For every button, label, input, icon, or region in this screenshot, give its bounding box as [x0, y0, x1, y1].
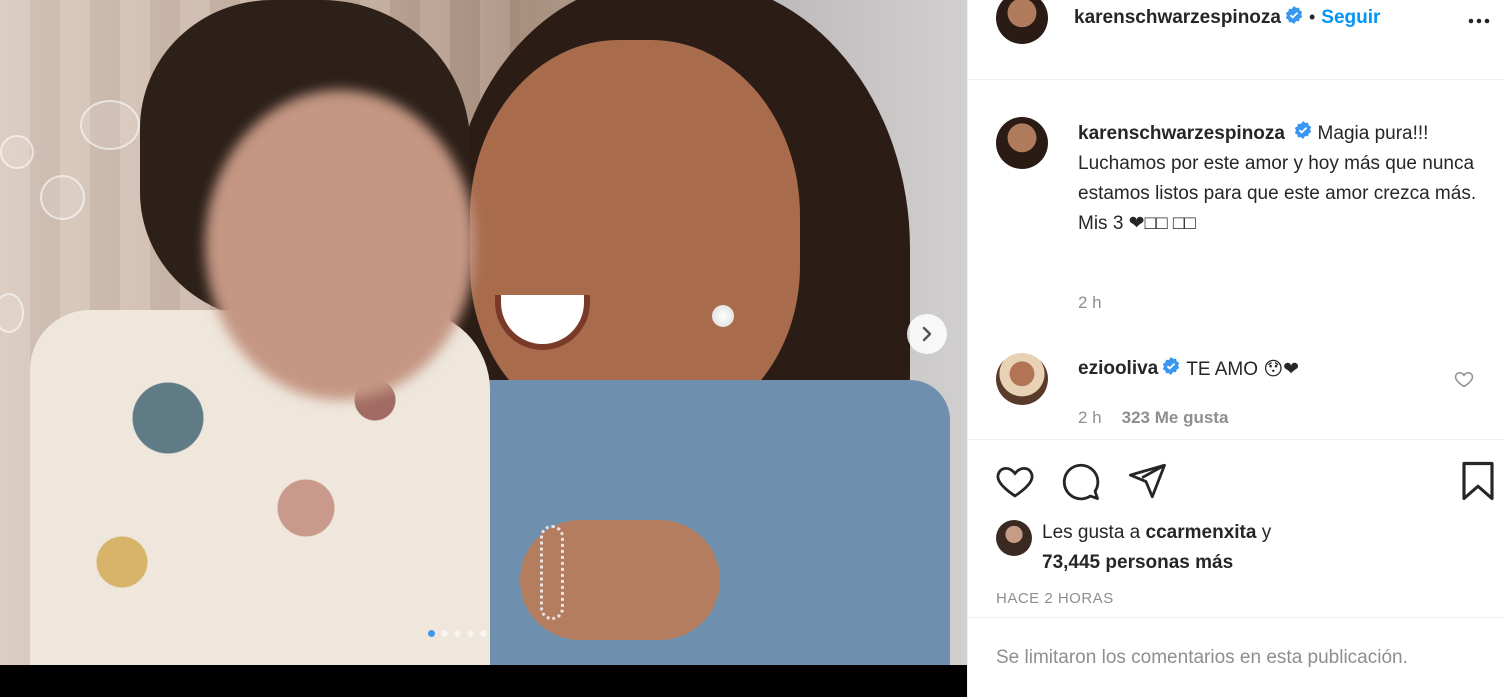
- caption-timestamp[interactable]: 2 h: [1078, 293, 1102, 313]
- carousel-dot: [441, 630, 448, 637]
- post-actions: Les gusta a ccarmenxita y 73,445 persona…: [968, 439, 1504, 617]
- follow-button[interactable]: Seguir: [1321, 7, 1380, 29]
- carousel-next-button[interactable]: [907, 314, 947, 354]
- header-separator: •: [1308, 7, 1316, 27]
- carousel-dot: [454, 630, 461, 637]
- likes-suffix: y: [1256, 522, 1272, 543]
- comments-limited-notice: Se limitaron los comentarios en esta pub…: [968, 617, 1504, 697]
- comments-section: karenschwarzespinoza Magia pura!!! Lucha…: [968, 81, 1504, 439]
- verified-badge-icon: [1285, 6, 1303, 29]
- post-side-panel: karenschwarzespinoza • Seguir karenschwa…: [967, 0, 1504, 697]
- save-button[interactable]: [1458, 460, 1498, 507]
- author-avatar[interactable]: [996, 0, 1048, 44]
- heart-outline-icon: [1454, 371, 1474, 388]
- post-photo: [0, 0, 967, 665]
- comment-meta: 2 h 323 Me gusta: [1078, 408, 1228, 428]
- caption-text-block: karenschwarzespinoza Magia pura!!! Lucha…: [1078, 119, 1478, 239]
- post-media: [0, 0, 967, 697]
- likes-summary: Les gusta a ccarmenxita y 73,445 persona…: [996, 518, 1271, 578]
- heart-outline-icon: [996, 466, 1034, 498]
- caption-author-username[interactable]: karenschwarzespinoza: [1078, 123, 1285, 144]
- soap-bubble: [40, 175, 85, 220]
- carousel-dot: [480, 630, 487, 637]
- comment-author-avatar[interactable]: [996, 353, 1048, 405]
- caption-author-avatar[interactable]: [996, 117, 1048, 169]
- comment-bubble-icon: [1062, 463, 1100, 501]
- comment-text: TE AMO 😯❤: [1186, 358, 1300, 380]
- header-user: karenschwarzespinoza • Seguir: [1074, 6, 1380, 29]
- comment-text-block: ezioolivа TE AMO 😯❤: [1078, 357, 1299, 381]
- liker-avatar[interactable]: [996, 520, 1032, 556]
- bookmark-icon: [1462, 461, 1494, 501]
- soap-bubble: [0, 135, 34, 169]
- soap-bubble: [80, 100, 140, 150]
- likes-count[interactable]: 73,445 personas más: [1042, 552, 1233, 573]
- comment-like-button[interactable]: [1454, 369, 1474, 394]
- comment-timestamp[interactable]: 2 h: [1078, 408, 1102, 428]
- verified-badge-icon: [1162, 357, 1180, 381]
- blurred-face: [205, 90, 475, 400]
- liker-username[interactable]: ccarmenxita: [1146, 522, 1257, 543]
- more-horizontal-icon: [1468, 18, 1490, 24]
- carousel-indicator: [428, 630, 487, 637]
- share-button[interactable]: [1126, 460, 1168, 507]
- earring: [712, 305, 734, 327]
- post-header: karenschwarzespinoza • Seguir: [968, 0, 1504, 80]
- likes-prefix: Les gusta a: [1042, 522, 1146, 543]
- like-button[interactable]: [994, 460, 1036, 507]
- send-paper-plane-icon: [1128, 463, 1166, 499]
- author-username[interactable]: karenschwarzespinoza: [1074, 7, 1281, 29]
- carousel-dot: [428, 630, 435, 637]
- verified-badge-icon: [1294, 119, 1312, 149]
- bracelet: [540, 525, 564, 620]
- comment-button[interactable]: [1059, 460, 1101, 507]
- chevron-right-icon: [922, 326, 932, 342]
- post-timestamp[interactable]: HACE 2 HORAS: [996, 590, 1114, 607]
- comment-likes-count[interactable]: 323 Me gusta: [1122, 408, 1229, 428]
- carousel-dot: [467, 630, 474, 637]
- more-options-button[interactable]: [1466, 8, 1492, 39]
- likes-text: Les gusta a ccarmenxita y 73,445 persona…: [1042, 518, 1271, 578]
- woman-face: [470, 40, 800, 430]
- comment-author-username[interactable]: ezioolivа: [1078, 358, 1158, 380]
